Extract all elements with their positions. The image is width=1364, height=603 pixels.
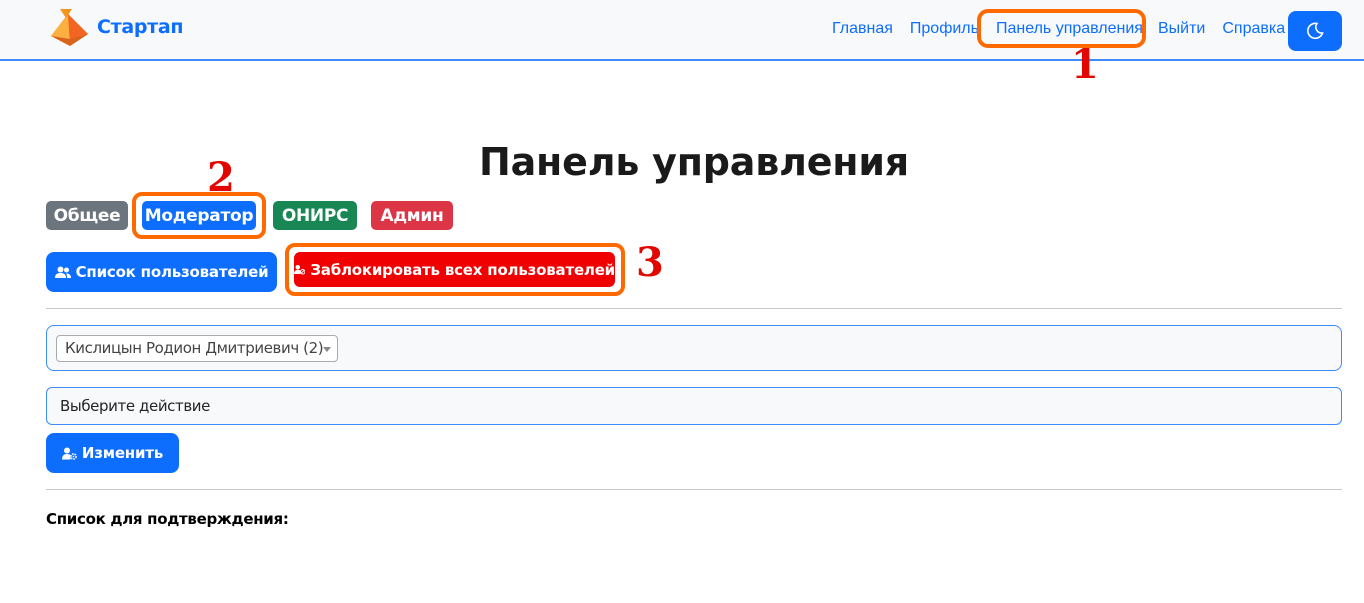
- change-button[interactable]: Изменить: [46, 433, 179, 473]
- user-select[interactable]: Кислицын Родион Дмитриевич (2): [56, 335, 338, 362]
- confirmation-list-label: Список для подтверждения:: [46, 510, 289, 528]
- users-icon: [54, 266, 71, 278]
- divider: [46, 489, 1342, 490]
- page-title: Панель управления: [479, 140, 909, 184]
- nav-link-logout[interactable]: Выйти: [1158, 18, 1205, 40]
- nav-link-help[interactable]: Справка: [1222, 18, 1285, 40]
- annotation-number-1: 1: [1071, 41, 1099, 88]
- annotation-number-3: 3: [636, 239, 664, 286]
- change-label: Изменить: [81, 444, 164, 462]
- nav-link-profile[interactable]: Профиль: [910, 18, 979, 40]
- brand[interactable]: Стартап: [48, 6, 184, 48]
- annotation-highlight-3: [285, 243, 625, 296]
- tab-onirs[interactable]: ОНИРС: [273, 201, 357, 230]
- user-gear-icon: [61, 447, 77, 460]
- user-select-container: Кислицын Родион Дмитриевич (2): [46, 325, 1342, 371]
- annotation-highlight-1: [977, 9, 1146, 48]
- divider: [46, 308, 1342, 309]
- navbar: Стартап Главная Профиль Панель управлени…: [0, 0, 1364, 61]
- tab-admin[interactable]: Админ: [371, 201, 453, 230]
- user-list-label: Список пользователей: [75, 263, 269, 281]
- theme-toggle-button[interactable]: [1288, 11, 1342, 51]
- nav-link-home[interactable]: Главная: [832, 18, 893, 40]
- chevron-down-icon: [323, 347, 331, 352]
- logo-icon: [51, 9, 88, 46]
- annotation-number-2: 2: [207, 154, 235, 201]
- user-select-value: Кислицын Родион Дмитриевич (2): [65, 339, 324, 357]
- tab-general[interactable]: Общее: [46, 201, 128, 230]
- action-select[interactable]: Выберите действие: [46, 387, 1342, 425]
- moon-icon: [1307, 22, 1324, 40]
- user-list-button[interactable]: Список пользователей: [46, 252, 277, 292]
- brand-name: Стартап: [97, 16, 184, 38]
- annotation-highlight-2: [132, 192, 266, 239]
